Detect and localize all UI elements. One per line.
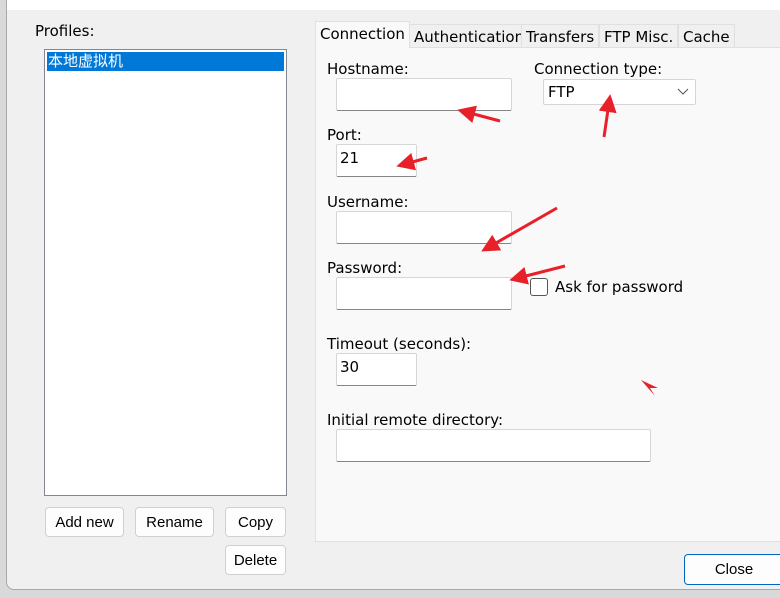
username-input[interactable] — [336, 211, 512, 244]
chevron-down-icon — [677, 88, 689, 95]
profiles-list[interactable]: 本地虚拟机 — [44, 49, 287, 496]
port-input[interactable]: 21 — [336, 144, 417, 177]
tab-connection[interactable]: Connection — [315, 21, 410, 48]
hostname-label: Hostname: — [327, 60, 409, 78]
close-button[interactable]: Close — [684, 554, 780, 585]
connection-type-label: Connection type: — [534, 60, 663, 78]
tab-authentication[interactable]: Authentication — [409, 24, 530, 47]
password-input[interactable] — [336, 277, 512, 310]
ask-password-checkbox[interactable] — [530, 278, 548, 296]
copy-button[interactable]: Copy — [225, 507, 286, 537]
add-new-button[interactable]: Add new — [45, 507, 124, 537]
port-label: Port: — [327, 126, 362, 144]
password-label: Password: — [327, 259, 403, 277]
timeout-input[interactable]: 30 — [336, 353, 417, 386]
profile-item[interactable]: 本地虚拟机 — [47, 52, 284, 71]
remote-dir-label: Initial remote directory: — [327, 411, 504, 429]
username-label: Username: — [327, 193, 409, 211]
profiles-label: Profiles: — [35, 22, 95, 40]
ask-password-label[interactable]: Ask for password — [555, 278, 683, 296]
connection-type-value: FTP — [548, 83, 575, 101]
rename-button[interactable]: Rename — [135, 507, 214, 537]
tab-cache[interactable]: Cache — [678, 24, 735, 47]
title-bar — [7, 0, 780, 10]
delete-button[interactable]: Delete — [225, 545, 286, 575]
tab-ftp-misc[interactable]: FTP Misc. — [599, 24, 679, 47]
remote-dir-input[interactable] — [336, 429, 651, 462]
hostname-input[interactable] — [336, 78, 512, 111]
timeout-label: Timeout (seconds): — [327, 335, 472, 353]
connection-type-select[interactable]: FTP — [543, 79, 696, 105]
tab-transfers[interactable]: Transfers — [521, 24, 600, 47]
